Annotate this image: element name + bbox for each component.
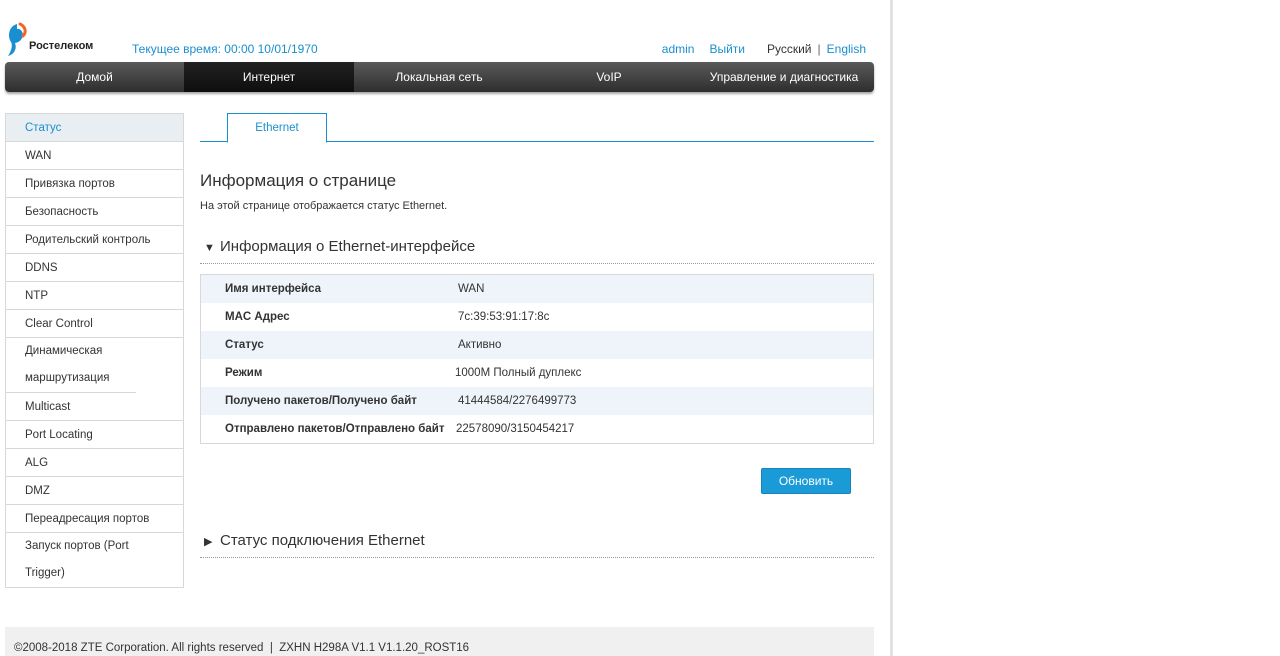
table-row: Имя интерфейса WAN bbox=[201, 275, 873, 303]
sidebar: Статус WAN Привязка портов Безопасность … bbox=[5, 113, 184, 588]
sidebar-item-port-trigger[interactable]: Запуск портов (Port Trigger) bbox=[6, 533, 183, 588]
sidebar-item-alg[interactable]: ALG bbox=[6, 449, 183, 477]
sidebar-item-ddns[interactable]: DDNS bbox=[6, 254, 183, 282]
sidebar-item-port-forwarding[interactable]: Переадресация портов bbox=[6, 505, 183, 533]
row-value: 1000M Полный дуплекс bbox=[455, 367, 582, 379]
row-value: WAN bbox=[458, 283, 485, 295]
logo-icon bbox=[8, 22, 27, 56]
row-label: Статус bbox=[225, 339, 264, 351]
row-value: 22578090/3150454217 bbox=[456, 423, 575, 435]
sidebar-item-status[interactable]: Статус bbox=[6, 114, 183, 142]
triangle-down-icon: ▼ bbox=[204, 242, 215, 254]
top-right-links: admin Выйти Русский | English bbox=[662, 42, 866, 56]
current-time: Текущее время: 00:00 10/01/1970 bbox=[132, 42, 318, 56]
page-title: Информация о странице bbox=[200, 171, 397, 190]
sidebar-item-multicast[interactable]: Multicast bbox=[6, 393, 183, 421]
rostelecom-logo: Ростелеком bbox=[5, 22, 93, 58]
sidebar-item-port-locating[interactable]: Port Locating bbox=[6, 421, 183, 449]
nav-voip[interactable]: VoIP bbox=[524, 62, 694, 92]
nav-local-network[interactable]: Локальная сеть bbox=[354, 62, 524, 92]
lang-english[interactable]: English bbox=[827, 42, 866, 56]
row-label: Режим bbox=[225, 367, 263, 379]
ethernet-info-table: Имя интерфейса WAN MAC Адрес 7c:39:53:91… bbox=[200, 274, 874, 444]
table-row: Отправлено пакетов/Отправлено байт 22578… bbox=[201, 415, 873, 443]
section-ethernet-info-header[interactable]: ▼ Информация о Ethernet-интерфейсе bbox=[200, 238, 874, 264]
logo-text: Ростелеком bbox=[29, 40, 94, 52]
sidebar-item-dynamic-routing[interactable]: Динамическая маршрутизация bbox=[6, 338, 136, 393]
table-row: Получено пакетов/Получено байт 41444584/… bbox=[201, 387, 873, 415]
triangle-right-icon: ▶ bbox=[204, 536, 213, 548]
table-row: Режим 1000M Полный дуплекс bbox=[201, 359, 873, 387]
footer: ©2008-2018 ZTE Corporation. All rights r… bbox=[5, 627, 874, 656]
row-value: Активно bbox=[458, 339, 502, 351]
sidebar-item-security[interactable]: Безопасность bbox=[6, 198, 183, 226]
logout-link[interactable]: Выйти bbox=[709, 42, 745, 56]
lang-russian[interactable]: Русский bbox=[767, 42, 812, 56]
sidebar-item-wan[interactable]: WAN bbox=[6, 142, 183, 170]
section-title: Информация о Ethernet-интерфейсе bbox=[220, 238, 476, 255]
lang-separator: | bbox=[817, 42, 821, 56]
page-divider bbox=[890, 0, 893, 656]
row-value: 7c:39:53:91:17:8c bbox=[458, 311, 550, 323]
section-connection-status-header[interactable]: ▶ Статус подключения Ethernet bbox=[200, 532, 874, 558]
sidebar-item-ntp[interactable]: NTP bbox=[6, 282, 183, 310]
table-row: MAC Адрес 7c:39:53:91:17:8c bbox=[201, 303, 873, 331]
sidebar-item-clear-control[interactable]: Clear Control bbox=[6, 310, 183, 338]
row-label: MAC Адрес bbox=[225, 311, 290, 323]
page-description: На этой странице отображается статус Eth… bbox=[200, 200, 448, 212]
nav-internet[interactable]: Интернет bbox=[184, 62, 354, 92]
nav-home[interactable]: Домой bbox=[5, 62, 184, 92]
refresh-button[interactable]: Обновить bbox=[761, 468, 851, 494]
table-row: Статус Активно bbox=[201, 331, 873, 359]
row-label: Имя интерфейса bbox=[225, 283, 322, 295]
nav-management[interactable]: Управление и диагностика bbox=[694, 62, 874, 92]
sidebar-item-port-binding[interactable]: Привязка портов bbox=[6, 170, 183, 198]
row-label: Получено пакетов/Получено байт bbox=[225, 395, 417, 407]
sidebar-item-parental-control[interactable]: Родительский контроль bbox=[6, 226, 183, 254]
user-link[interactable]: admin bbox=[662, 42, 695, 56]
main-nav: Домой Интернет Локальная сеть VoIP Управ… bbox=[5, 62, 874, 92]
row-label: Отправлено пакетов/Отправлено байт bbox=[225, 423, 445, 435]
section-title: Статус подключения Ethernet bbox=[220, 532, 425, 549]
tab-bar: Ethernet bbox=[200, 113, 874, 143]
tab-ethernet[interactable]: Ethernet bbox=[227, 113, 327, 143]
sidebar-item-dmz[interactable]: DMZ bbox=[6, 477, 183, 505]
row-value: 41444584/2276499773 bbox=[458, 395, 577, 407]
